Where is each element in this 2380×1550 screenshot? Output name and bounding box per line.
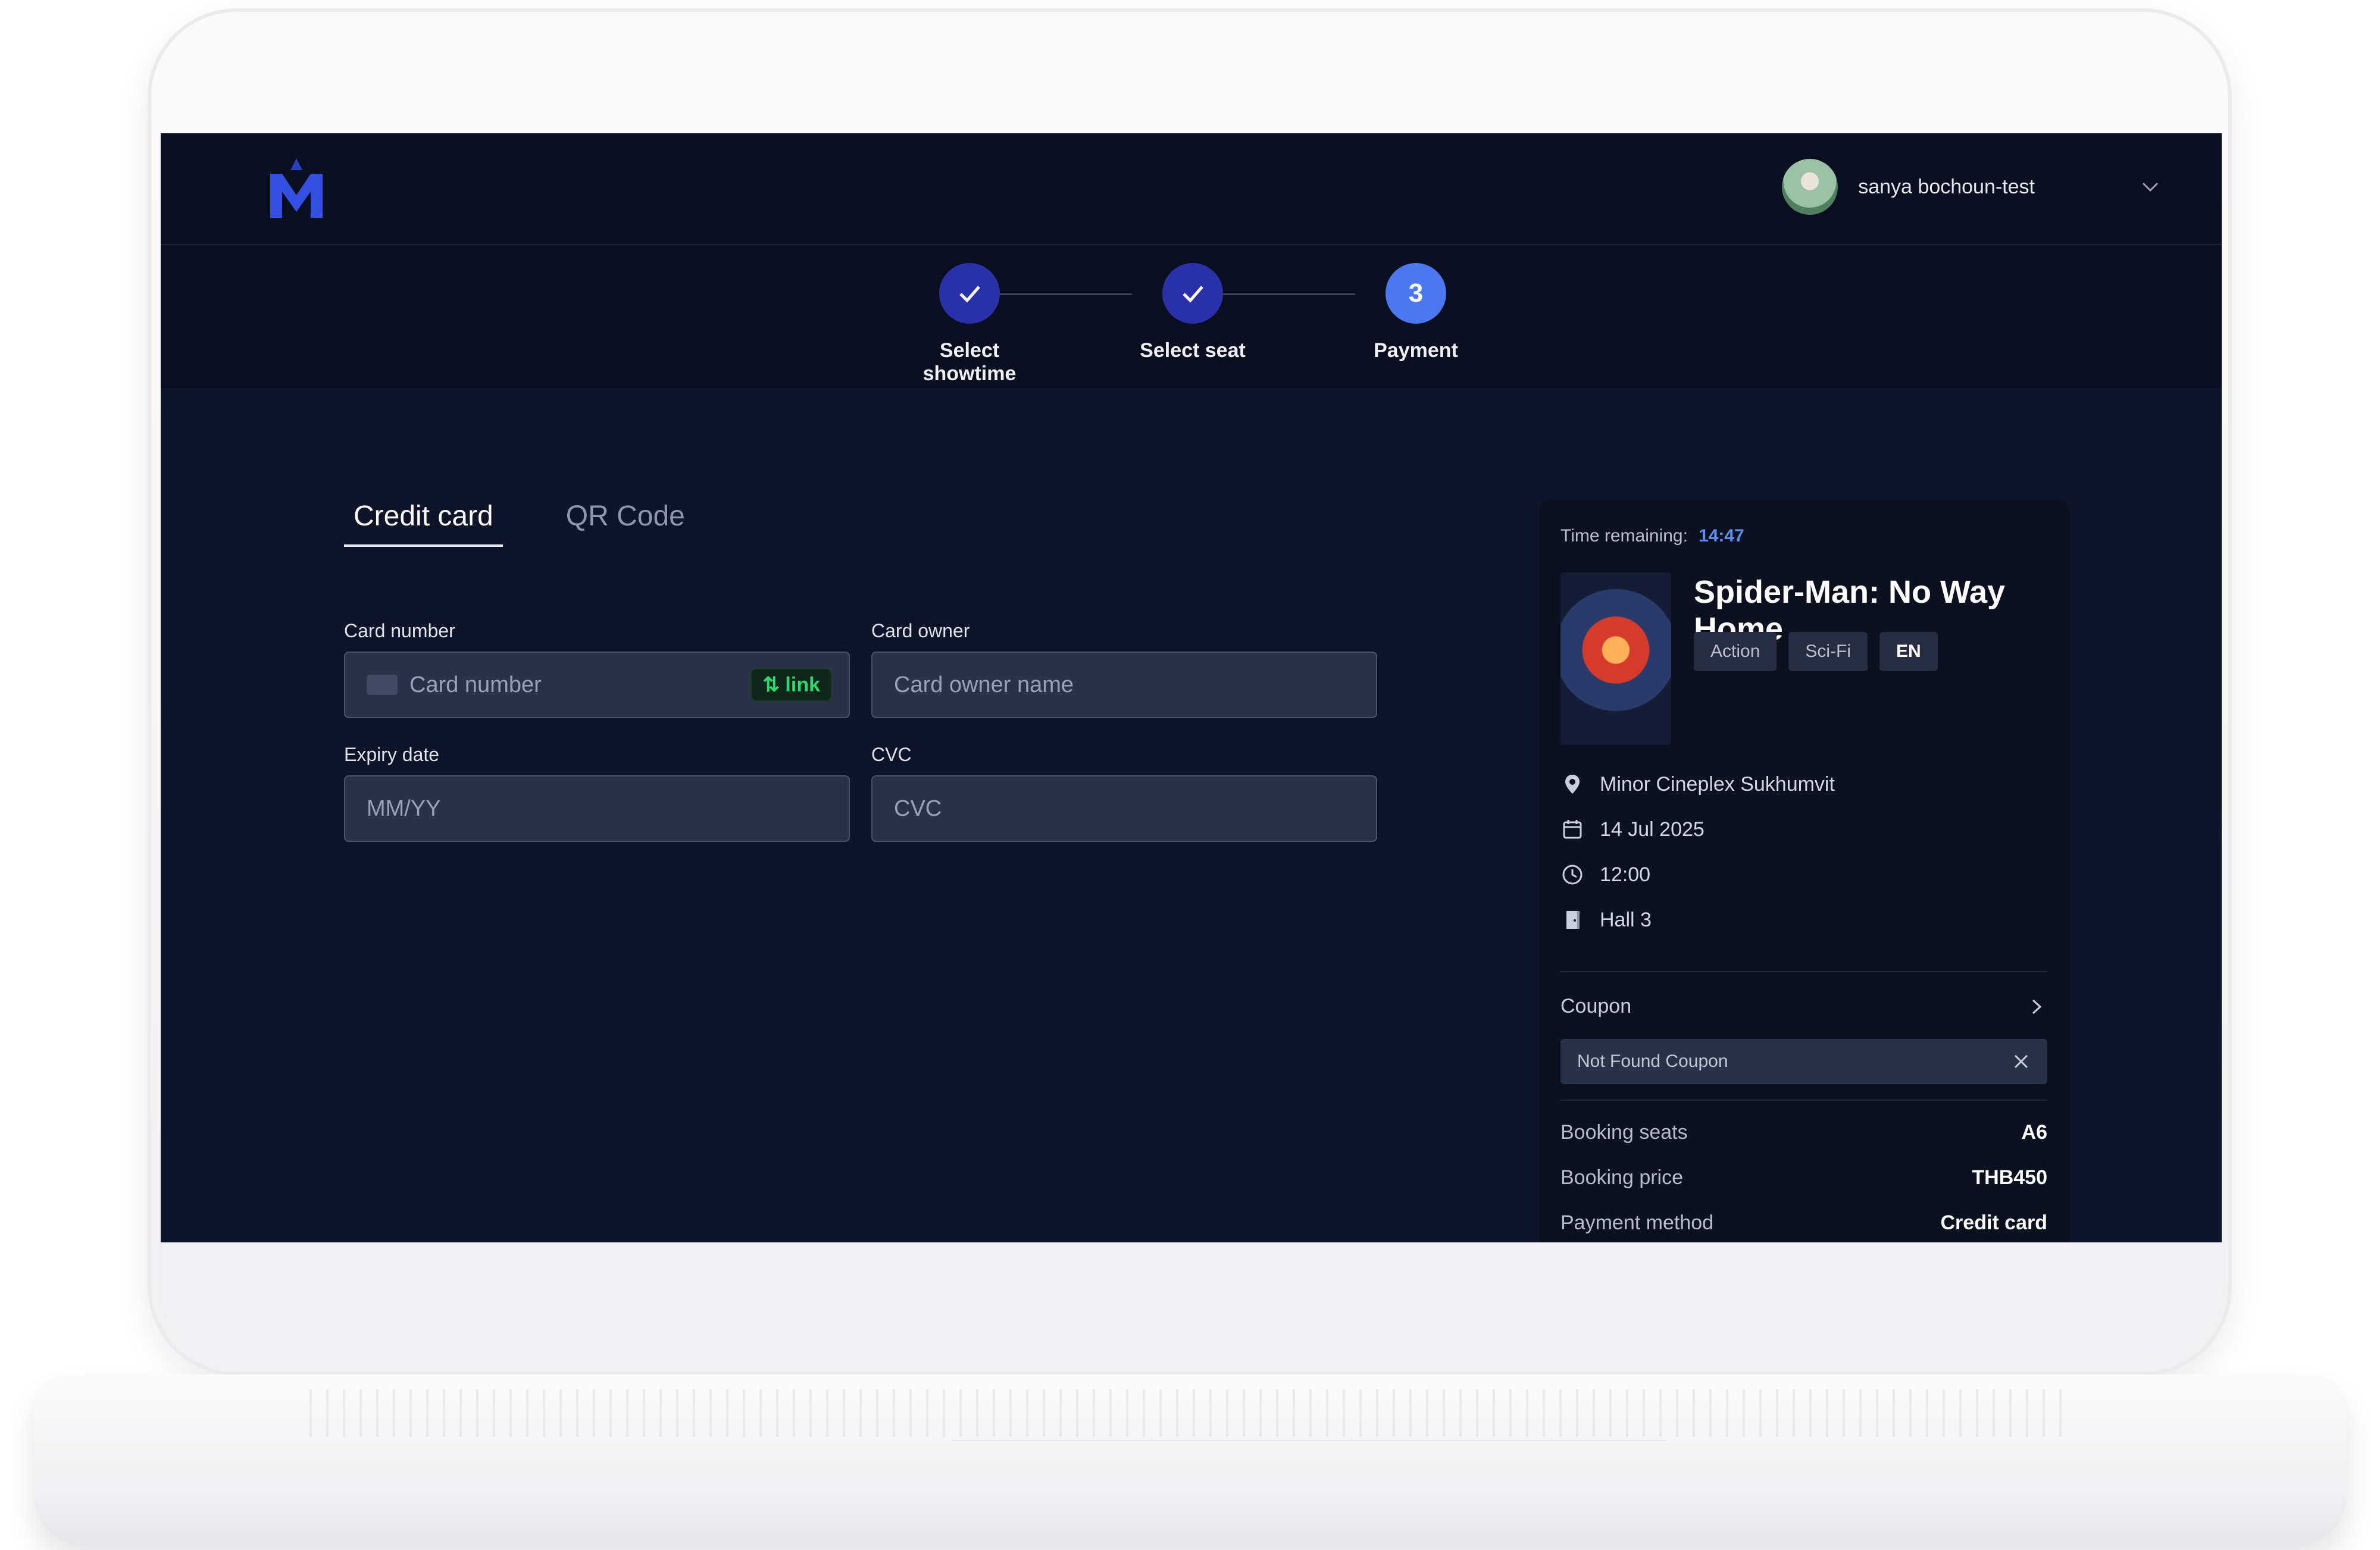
step-complete-check-icon — [939, 263, 1000, 324]
genre-tag: Action — [1694, 632, 1777, 671]
booking-price-value: THB450 — [1972, 1166, 2047, 1189]
laptop-keyboard — [309, 1389, 2071, 1437]
step-number: 3 — [1386, 263, 1446, 324]
hall-info: Hall 3 — [1560, 908, 1652, 932]
laptop-touchpad-edge — [952, 1440, 1666, 1477]
step-select-showtime[interactable]: Select showtime — [892, 245, 1047, 386]
booking-stepper: Select showtime Select seat 3 Payment — [161, 245, 2222, 388]
cvc-placeholder: CVC — [894, 796, 942, 821]
user-name: sanya bochoun-test — [1858, 175, 2035, 198]
cinema-info: Minor Cineplex Sukhumvit — [1560, 772, 1835, 796]
language-tag: EN — [1879, 632, 1938, 671]
movie-tags: Action Sci-Fi EN — [1694, 632, 1938, 671]
time-info: 12:00 — [1560, 863, 1650, 887]
link-autofill-button[interactable]: ⇅ link — [750, 668, 832, 702]
calendar-icon — [1563, 820, 1582, 839]
door-icon — [1566, 911, 1580, 929]
location-pin-icon — [1565, 775, 1580, 794]
card-number-label: Card number — [344, 620, 455, 641]
time-remaining-value: 14:47 — [1698, 526, 1744, 546]
avatar[interactable] — [1782, 159, 1838, 215]
genre-tag: Sci-Fi — [1788, 632, 1868, 671]
show-date: 14 Jul 2025 — [1600, 818, 1705, 841]
hall-name: Hall 3 — [1600, 908, 1652, 931]
date-info: 14 Jul 2025 — [1560, 818, 1705, 841]
time-remaining-label: Time remaining: — [1560, 526, 1688, 546]
booking-seats-value: A6 — [2021, 1121, 2047, 1144]
tab-credit-card[interactable]: Credit card — [344, 500, 503, 547]
movie-poster — [1560, 572, 1671, 745]
cvc-field-group: CVC CVC — [871, 744, 1377, 842]
expiry-label: Expiry date — [344, 744, 440, 765]
card-owner-placeholder: Card owner name — [894, 672, 1074, 697]
chevron-right-icon[interactable] — [2026, 996, 2047, 1017]
cinema-name: Minor Cineplex Sukhumvit — [1600, 772, 1835, 796]
card-number-placeholder: Card number — [409, 672, 542, 697]
booking-seats-row: Booking seats A6 — [1560, 1121, 2047, 1144]
credit-card-icon — [367, 675, 398, 695]
card-owner-label: Card owner — [871, 620, 970, 641]
laptop-bezel — [159, 1242, 2225, 1361]
step-label: Select seat — [1140, 339, 1246, 362]
brand-logo-icon[interactable] — [269, 158, 324, 220]
coupon-chip: Not Found Coupon — [1560, 1039, 2047, 1084]
divider — [1560, 971, 2047, 972]
card-number-field-group: Card number Card number ⇅ link — [344, 620, 850, 718]
link-badge-label: link — [785, 674, 820, 696]
step-payment[interactable]: 3 Payment — [1338, 245, 1493, 362]
close-icon[interactable] — [2012, 1052, 2031, 1071]
step-select-seat[interactable]: Select seat — [1115, 245, 1270, 362]
booking-summary-panel: Time remaining: 14:47 Spider-Man: No Way … — [1539, 500, 2070, 1242]
user-menu[interactable]: sanya bochoun-test — [1782, 158, 2162, 215]
card-owner-input[interactable]: Card owner name — [871, 652, 1377, 718]
app-screen: sanya bochoun-test Select showtime Selec… — [161, 133, 2222, 1242]
payment-method-row: Payment method Credit card — [1560, 1211, 2047, 1235]
step-label: Select showtime — [922, 339, 1017, 385]
expiry-placeholder: MM/YY — [367, 796, 441, 821]
cvc-input[interactable]: CVC — [871, 775, 1377, 842]
chevron-down-icon[interactable] — [2138, 175, 2162, 199]
payment-method-value: Credit card — [1940, 1211, 2048, 1234]
expiry-field-group: Expiry date MM/YY — [344, 744, 850, 842]
divider — [1560, 1100, 2047, 1101]
card-owner-field-group: Card owner Card owner name — [871, 620, 1377, 718]
step-complete-check-icon — [1162, 263, 1223, 324]
show-time: 12:00 — [1600, 863, 1651, 886]
expiry-input[interactable]: MM/YY — [344, 775, 850, 842]
coupon-label: Coupon — [1560, 995, 1632, 1017]
time-remaining: Time remaining: 14:47 — [1560, 526, 1744, 546]
tab-qr-code[interactable]: QR Code — [556, 500, 695, 547]
payment-method-tabs: Credit card QR Code — [344, 500, 695, 547]
step-label: Payment — [1374, 339, 1458, 362]
booking-price-label: Booking price — [1560, 1166, 1684, 1189]
payment-content: Credit card QR Code Card number Card num… — [161, 388, 2222, 1242]
top-navbar: sanya bochoun-test — [161, 133, 2222, 245]
clock-icon — [1562, 865, 1583, 885]
cvc-label: CVC — [871, 744, 912, 765]
booking-seats-label: Booking seats — [1560, 1121, 1688, 1144]
card-number-input[interactable]: Card number ⇅ link — [344, 652, 850, 718]
booking-price-row: Booking price THB450 — [1560, 1166, 2047, 1189]
coupon-row[interactable]: Coupon — [1560, 995, 2047, 1018]
payment-method-label: Payment method — [1560, 1211, 1714, 1234]
coupon-value: Not Found Coupon — [1577, 1051, 1728, 1071]
